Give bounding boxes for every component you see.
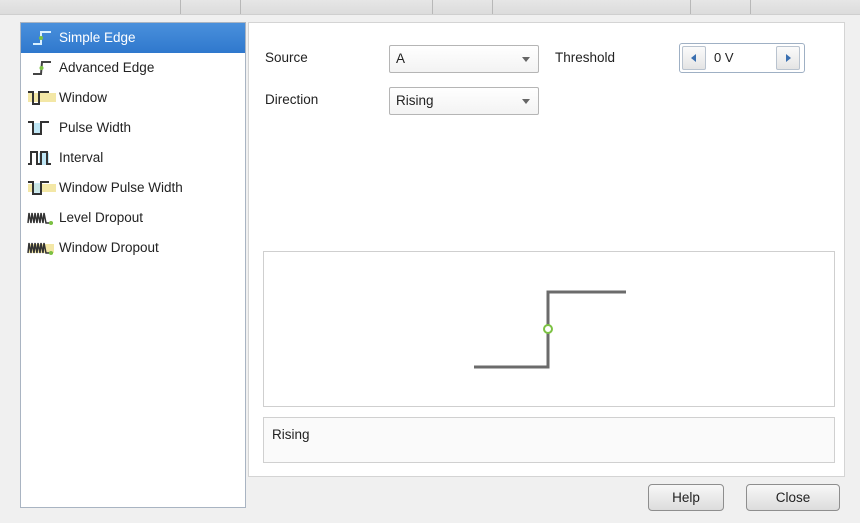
level-dropout-icon — [27, 212, 53, 225]
trigger-settings-panel: Source A Threshold 0 V Direction Rising … — [248, 22, 845, 477]
help-button[interactable]: Help — [648, 484, 724, 511]
trigger-type-simple-edge[interactable]: Simple Edge — [21, 23, 245, 53]
chevron-down-icon — [522, 57, 530, 62]
chevron-down-icon — [522, 99, 530, 104]
trigger-type-level-dropout[interactable]: Level Dropout — [21, 203, 245, 233]
direction-dropdown[interactable]: Rising — [389, 87, 539, 115]
trigger-type-label: Simple Edge — [59, 30, 136, 45]
window-pulse-width-icon — [28, 181, 56, 195]
trigger-type-window-dropout[interactable]: Window Dropout — [21, 233, 245, 263]
chevron-right-icon — [786, 54, 791, 62]
rising-edge-waveform — [474, 290, 626, 369]
header-divider — [240, 0, 241, 14]
trigger-type-label: Interval — [59, 150, 104, 165]
trigger-type-label: Window — [59, 90, 108, 105]
close-button[interactable]: Close — [746, 484, 840, 511]
trigger-type-label: Pulse Width — [59, 120, 132, 135]
threshold-increase-button[interactable] — [776, 46, 800, 70]
interval-icon — [28, 151, 51, 165]
direction-value: Rising — [396, 93, 434, 108]
direction-label: Direction — [265, 92, 319, 107]
trigger-type-window[interactable]: Window — [21, 83, 245, 113]
trigger-type-label: Window Dropout — [59, 240, 159, 255]
trigger-type-window-pulse-width[interactable]: Window Pulse Width — [21, 173, 245, 203]
header-divider — [690, 0, 691, 14]
source-dropdown[interactable]: A — [389, 45, 539, 73]
header-divider — [492, 0, 493, 14]
trigger-type-label: Advanced Edge — [59, 60, 155, 75]
advanced-edge-icon — [33, 61, 51, 75]
simple-edge-icon — [33, 31, 51, 45]
threshold-spinner[interactable]: 0 V — [679, 43, 805, 73]
trigger-type-label: Window Pulse Width — [59, 180, 183, 195]
threshold-value[interactable]: 0 V — [714, 50, 734, 65]
source-value: A — [396, 51, 406, 66]
top-header-strip — [0, 0, 860, 15]
trigger-type-label: Level Dropout — [59, 210, 144, 225]
header-divider — [432, 0, 433, 14]
header-divider — [180, 0, 181, 14]
trigger-type-advanced-edge[interactable]: Advanced Edge — [21, 53, 245, 83]
window-icon — [28, 91, 56, 105]
chevron-left-icon — [691, 54, 696, 62]
trigger-type-list[interactable]: Simple Edge Advanced Edge Window Pulse W… — [20, 22, 246, 508]
trigger-preview — [263, 251, 835, 407]
trigger-type-pulse-width[interactable]: Pulse Width — [21, 113, 245, 143]
pulse-width-icon — [28, 121, 49, 135]
trigger-point-marker — [543, 324, 553, 334]
source-label: Source — [265, 50, 308, 65]
trigger-description-box: Rising — [263, 417, 835, 463]
threshold-label: Threshold — [555, 50, 616, 65]
trigger-type-interval[interactable]: Interval — [21, 143, 245, 173]
threshold-decrease-button[interactable] — [682, 46, 706, 70]
window-dropout-icon — [27, 242, 54, 255]
header-divider — [750, 0, 751, 14]
trigger-description: Rising — [272, 427, 310, 442]
